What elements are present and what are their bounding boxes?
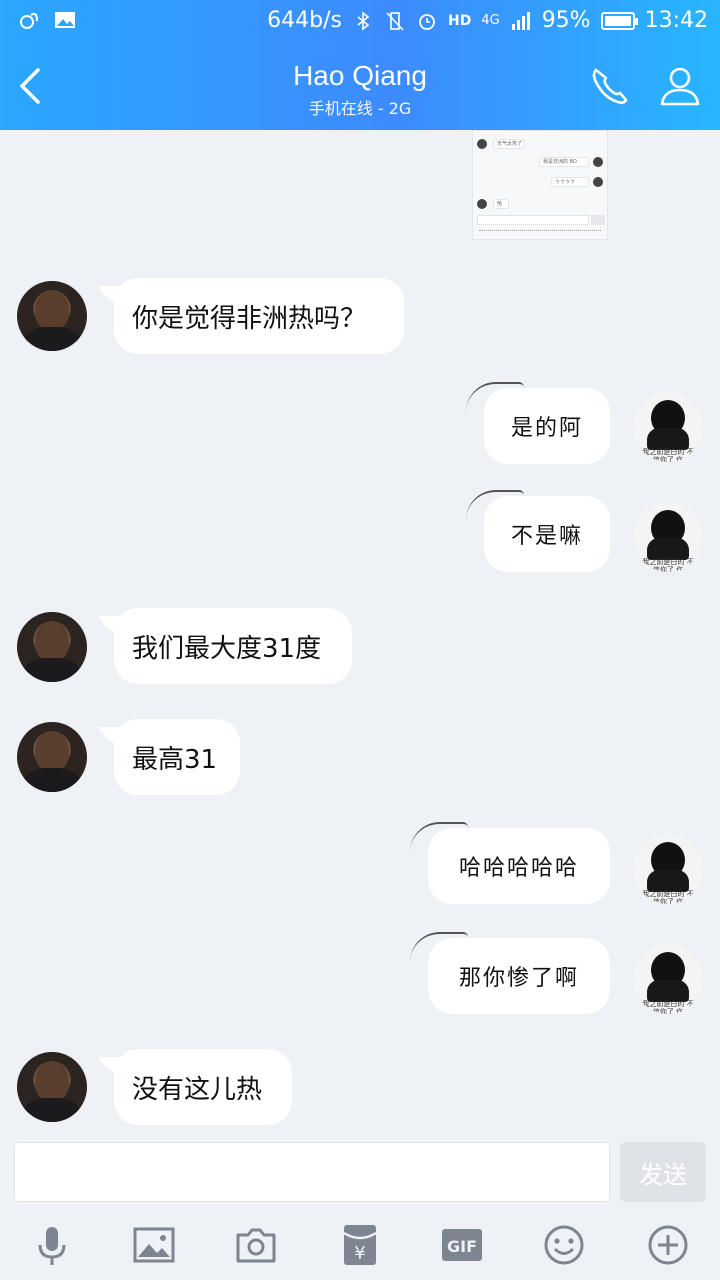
my-avatar[interactable]: 我之前是白的 不信你了 作: [633, 392, 703, 462]
gif-icon[interactable]: GIF: [440, 1223, 484, 1267]
net-speed: 644b/s: [267, 8, 342, 33]
svg-text:¥: ¥: [354, 1243, 365, 1264]
received-message[interactable]: 最高31: [114, 719, 240, 795]
message-composer: 发送 ¥ GIF: [0, 1133, 720, 1280]
message-text: 不是嘛: [510, 524, 583, 549]
status-bar: 644b/s HD 4G 95% 13:42: [0, 0, 720, 42]
chat-header: Hao Qiang 手机在线 - 2G: [0, 42, 720, 130]
message-text: 最高31: [132, 744, 218, 775]
my-avatar[interactable]: 我之前是白的 不信你了 作: [633, 944, 703, 1014]
alarm-icon: [419, 13, 435, 30]
sent-message[interactable]: 是的阿: [484, 388, 610, 464]
message-text: 那你惨了啊: [458, 966, 579, 991]
plus-icon[interactable]: [646, 1223, 690, 1267]
avatar-caption: 我之前是白的 不信你了 作: [642, 890, 694, 904]
my-avatar[interactable]: 我之前是白的 不信你了 作: [633, 834, 703, 904]
avatar-caption: 我之前是白的 不信你了 作: [642, 1000, 694, 1014]
thumb-line: 哈: [493, 199, 509, 209]
phone-call-icon[interactable]: [586, 62, 634, 110]
thumb-line: 天气太热了: [493, 139, 525, 149]
signal-icon: [511, 11, 530, 30]
contact-avatar[interactable]: [17, 281, 87, 351]
emoji-icon[interactable]: [542, 1223, 586, 1267]
avatar-caption: 我之前是白的 不信你了 作: [642, 448, 694, 462]
camera-icon[interactable]: [234, 1223, 278, 1267]
contact-avatar[interactable]: [17, 1052, 87, 1122]
top-bar: 644b/s HD 4G 95% 13:42 Hao Qiang 手机在线 - …: [0, 0, 720, 130]
sent-message[interactable]: 那你惨了啊: [428, 938, 610, 1014]
hd-icon: HD: [447, 12, 472, 29]
message-input[interactable]: [14, 1142, 610, 1202]
contact-avatar[interactable]: [17, 722, 87, 792]
sent-message[interactable]: 不是嘛: [484, 496, 610, 572]
received-message[interactable]: 你是觉得非洲热吗？: [114, 278, 404, 354]
message-text: 是的阿: [510, 416, 583, 441]
my-avatar[interactable]: 我之前是白的 不信你了 作: [633, 502, 703, 572]
send-button[interactable]: 发送: [620, 1142, 706, 1202]
image-icon[interactable]: [132, 1223, 176, 1267]
network-type: 4G: [481, 13, 500, 28]
microphone-icon[interactable]: [30, 1223, 74, 1267]
thumb-line: 我是非洲的 BO: [539, 157, 589, 167]
received-message[interactable]: 我们最大度31度: [114, 608, 352, 684]
message-text: 你是觉得非洲热吗？: [132, 303, 367, 334]
message-text: 我们最大度31度: [132, 633, 322, 664]
screenshot-image-message[interactable]: 天气太热了 我是非洲的 BO ゥゥゥゥ 哈: [472, 130, 608, 240]
input-toolbar: ¥ GIF: [0, 1219, 720, 1275]
squirrel-app-icon: [20, 12, 38, 29]
sent-message[interactable]: 哈哈哈哈哈: [428, 828, 610, 904]
received-message[interactable]: 没有这儿热: [114, 1049, 292, 1125]
battery-icon: [600, 11, 638, 30]
bluetooth-icon: [357, 10, 370, 31]
battery-percent: 95%: [541, 8, 591, 33]
clock: 13:42: [644, 8, 708, 33]
contact-avatar[interactable]: [17, 612, 87, 682]
avatar-caption: 我之前是白的 不信你了 作: [642, 558, 694, 572]
message-text: 没有这儿热: [132, 1074, 263, 1105]
contact-profile-icon[interactable]: [656, 62, 704, 110]
thumb-line: ゥゥゥゥ: [551, 177, 589, 187]
gallery-notification-icon: [55, 12, 75, 28]
red-packet-icon[interactable]: ¥: [338, 1223, 382, 1267]
message-text: 哈哈哈哈哈: [458, 856, 579, 881]
svg-text:GIF: GIF: [447, 1237, 477, 1256]
vibrate-icon: [386, 11, 404, 31]
